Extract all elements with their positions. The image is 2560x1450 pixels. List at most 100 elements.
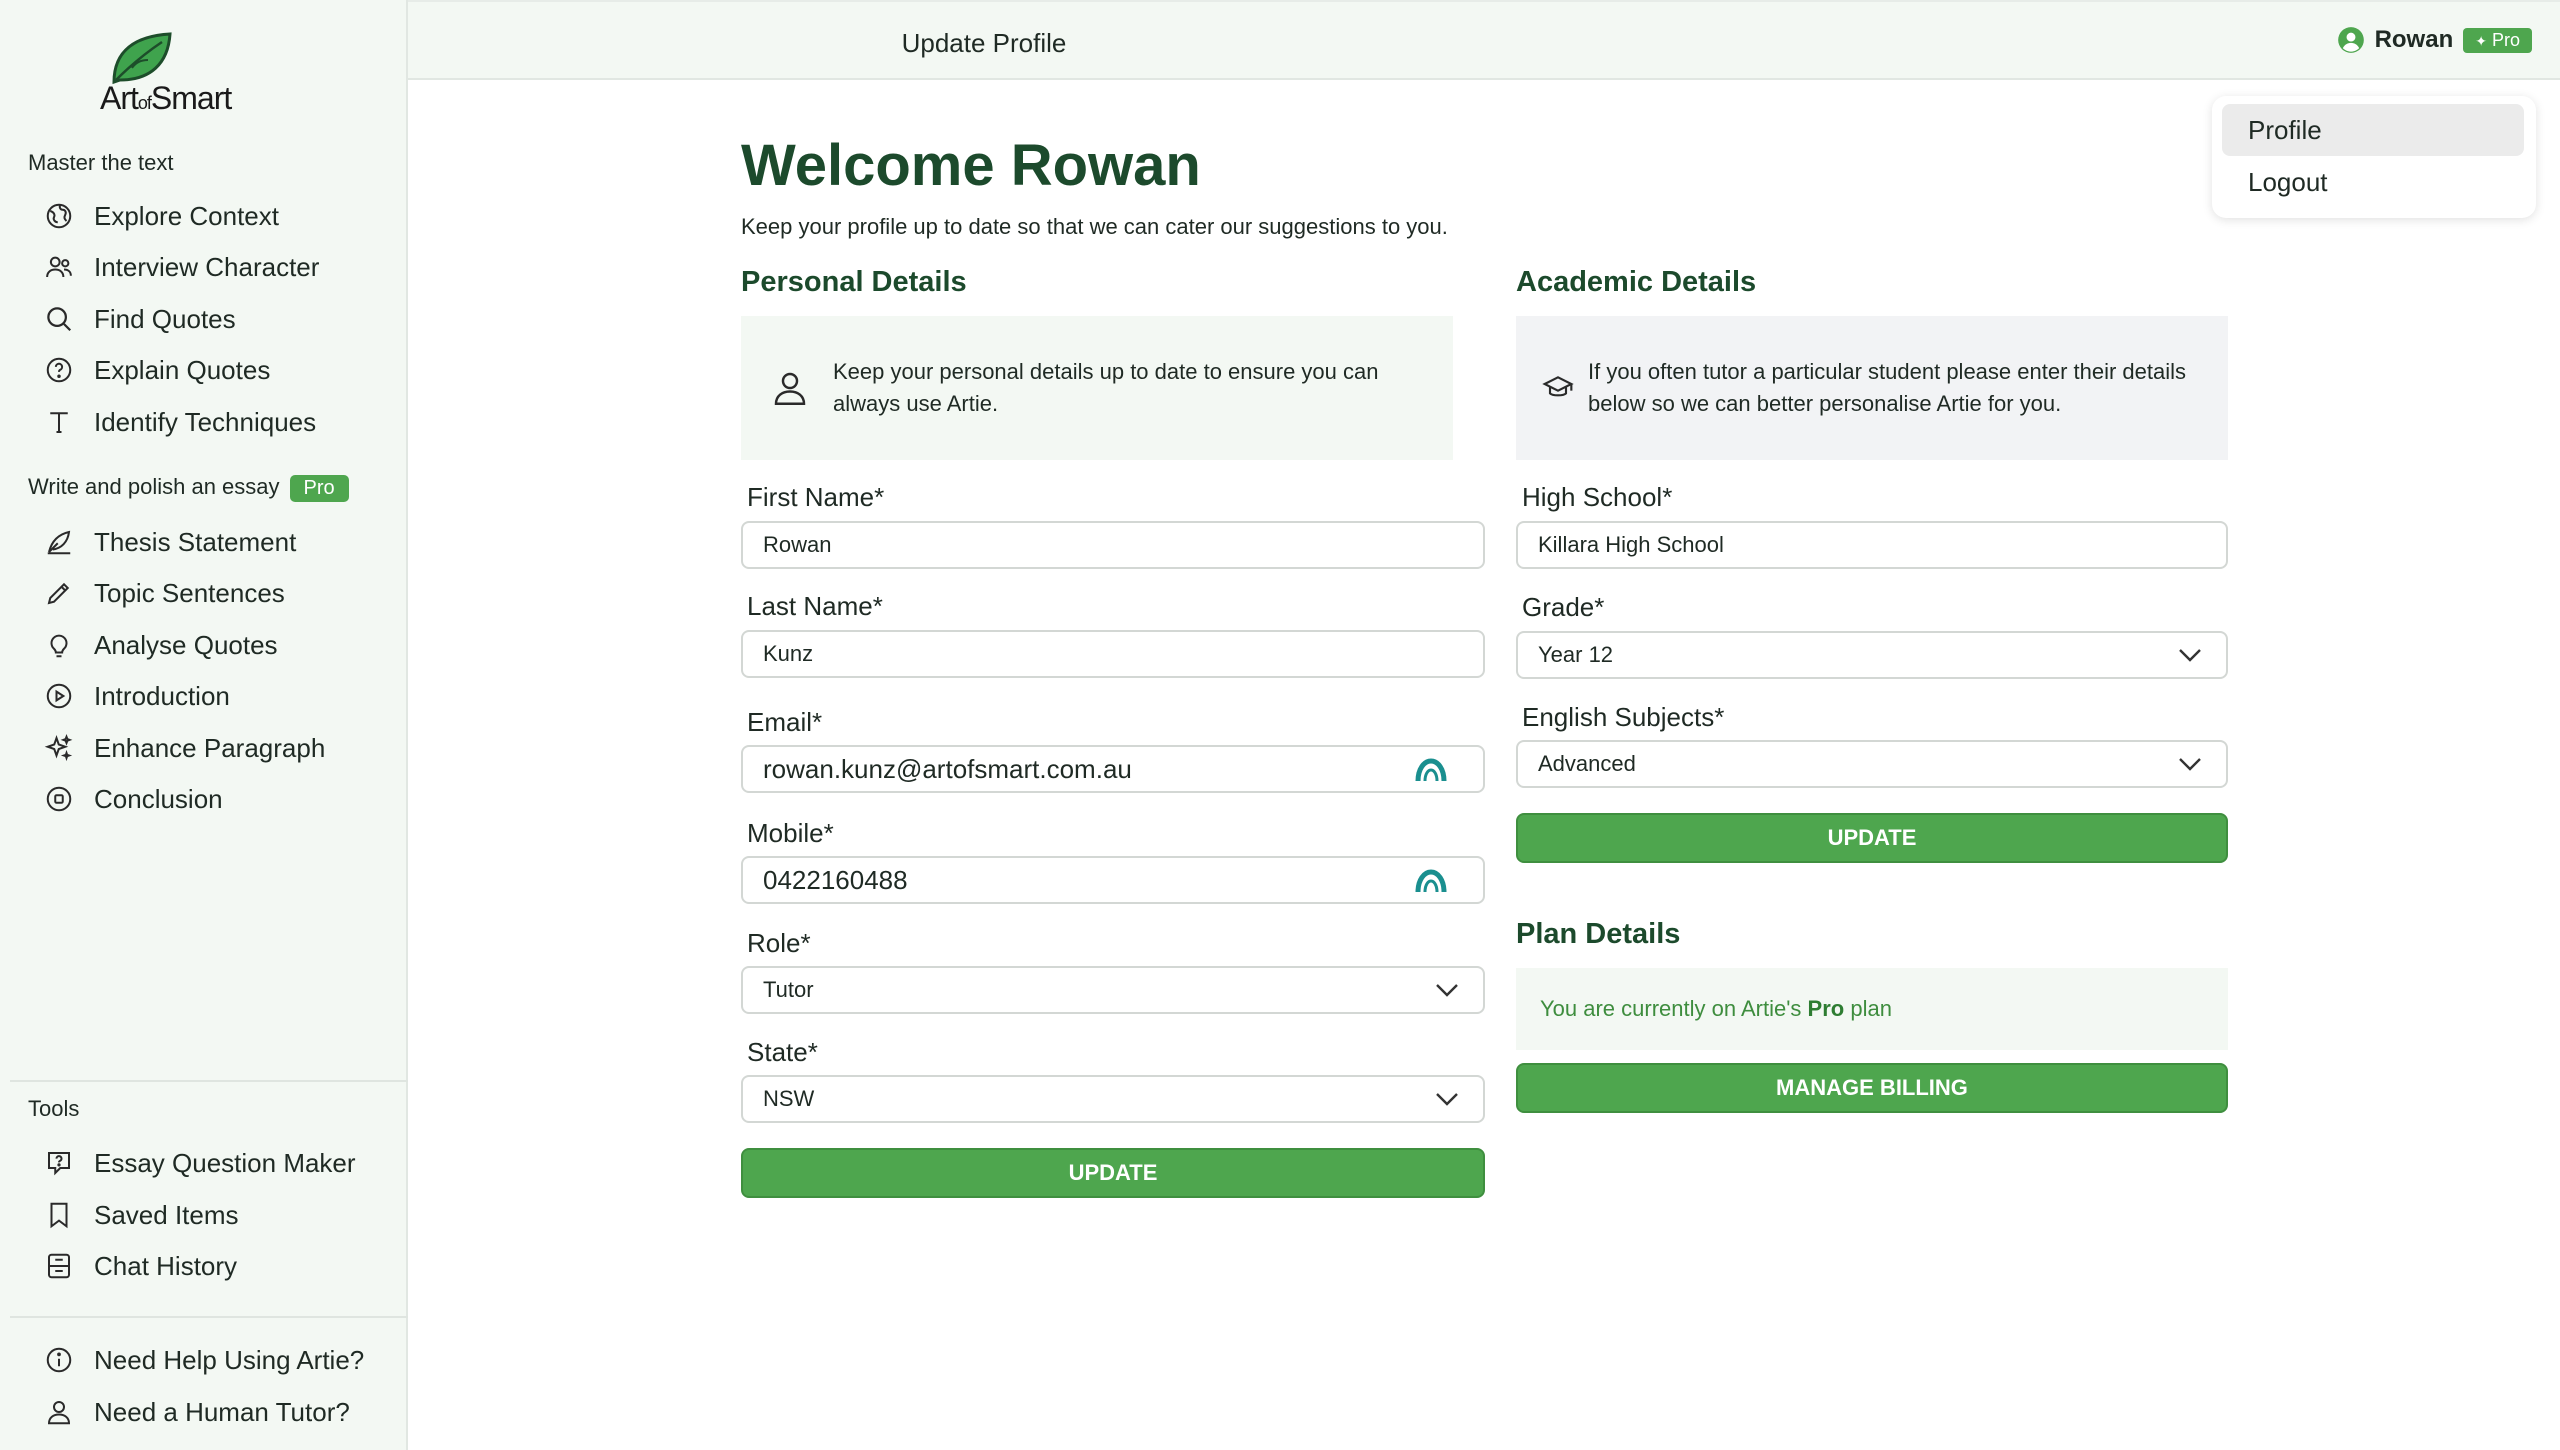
- first-name-field[interactable]: Rowan: [741, 521, 1485, 569]
- state-label: State*: [747, 1037, 818, 1067]
- user-pro-badge: ✦ Pro: [2463, 27, 2532, 53]
- logo-text-smart: Smart: [150, 80, 232, 116]
- nav-interview-character[interactable]: Interview Character: [44, 247, 394, 287]
- nav-explore-context[interactable]: Explore Context: [44, 196, 394, 236]
- archive-icon: [48, 1253, 70, 1279]
- nav-human-tutor[interactable]: Need a Human Tutor?: [44, 1392, 394, 1432]
- user-avatar-icon: [2337, 27, 2364, 53]
- section-title-essay-text: Write and polish an essay: [28, 474, 280, 499]
- sparkles-icon: [44, 733, 73, 762]
- nav-label: Essay Question Maker: [94, 1147, 356, 1178]
- menu-item-profile[interactable]: Profile: [2222, 104, 2524, 156]
- high-school-value: Killara High School: [1538, 532, 1724, 557]
- menu-item-logout[interactable]: Logout: [2222, 156, 2524, 208]
- question-circle-icon: [46, 357, 72, 383]
- nav-enhance-paragraph[interactable]: Enhance Paragraph: [44, 728, 394, 768]
- globe-icon: [46, 203, 72, 229]
- section-title-master: Master the text: [28, 150, 174, 175]
- nav-introduction[interactable]: Introduction: [44, 676, 394, 716]
- pro-badge: Pro: [289, 474, 349, 502]
- chevron-down-icon: [1435, 1091, 1459, 1107]
- first-name-label: First Name*: [747, 482, 885, 512]
- lightbulb-icon: [50, 634, 68, 658]
- first-name-value: Rowan: [763, 532, 832, 557]
- english-subjects-label: English Subjects*: [1522, 702, 1725, 732]
- english-subjects-select[interactable]: Advanced: [1516, 740, 2228, 788]
- nav-label: Topic Sentences: [94, 577, 285, 608]
- search-icon: [47, 307, 72, 332]
- users-icon: [46, 256, 72, 278]
- nav-thesis-statement[interactable]: Thesis Statement: [44, 522, 394, 562]
- academic-details-heading: Academic Details: [1516, 266, 1757, 298]
- grade-label: Grade*: [1522, 592, 1605, 622]
- academic-info-text: If you often tutor a particular student …: [1588, 359, 2187, 416]
- personal-update-button[interactable]: UPDATE: [741, 1148, 1485, 1198]
- nav-saved-items[interactable]: Saved Items: [44, 1195, 394, 1235]
- user-icon: [47, 1401, 71, 1425]
- autofill-icon[interactable]: [1415, 757, 1447, 783]
- nav-identify-techniques[interactable]: Identify Techniques: [44, 402, 394, 442]
- manage-billing-button[interactable]: MANAGE BILLING: [1516, 1063, 2228, 1113]
- personal-info-box: Keep your personal details up to date to…: [741, 316, 1453, 460]
- nav-label: Enhance Paragraph: [94, 732, 326, 763]
- user-outline-icon: [774, 372, 806, 405]
- state-value: NSW: [763, 1086, 815, 1111]
- page-title: Update Profile: [901, 28, 1067, 58]
- nav-label: Introduction: [94, 680, 230, 711]
- chevron-down-icon: [1435, 982, 1459, 998]
- nav-label: Need a Human Tutor?: [94, 1396, 350, 1427]
- role-select[interactable]: Tutor: [741, 966, 1485, 1014]
- role-value: Tutor: [763, 977, 814, 1002]
- logo-text-art: Art: [100, 80, 139, 116]
- play-circle-icon: [46, 683, 72, 709]
- mobile-value: 0422160488: [763, 864, 908, 895]
- email-label: Email*: [747, 707, 823, 737]
- personal-info-text: Keep your personal details up to date to…: [833, 359, 1379, 416]
- grade-value: Year 12: [1538, 642, 1614, 667]
- academic-update-button[interactable]: UPDATE: [1516, 813, 2228, 863]
- nav-label: Need Help Using Artie?: [94, 1344, 365, 1375]
- nav-find-quotes[interactable]: Find Quotes: [44, 299, 394, 339]
- mobile-field[interactable]: 0422160488: [741, 856, 1485, 904]
- info-icon: [46, 1347, 72, 1373]
- user-menu-toggle[interactable]: Rowan ✦ Pro: [2337, 26, 2532, 54]
- nav-conclusion[interactable]: Conclusion: [44, 779, 394, 819]
- english-subjects-value: Advanced: [1538, 751, 1636, 776]
- nav-label: Identify Techniques: [94, 406, 317, 437]
- sidebar-divider: [10, 1080, 408, 1082]
- nav-label: Explore Context: [94, 200, 279, 231]
- personal-details-heading: Personal Details: [741, 266, 967, 298]
- grade-select[interactable]: Year 12: [1516, 631, 2228, 679]
- logo[interactable]: ArtofSmart: [96, 30, 256, 120]
- state-select[interactable]: NSW: [741, 1075, 1485, 1123]
- pencil-icon: [47, 582, 70, 605]
- nav-label: Find Quotes: [94, 303, 236, 334]
- stop-circle-icon: [46, 786, 72, 812]
- role-label: Role*: [747, 928, 811, 958]
- nav-essay-question-maker[interactable]: Essay Question Maker: [44, 1143, 394, 1183]
- autofill-icon[interactable]: [1415, 868, 1447, 894]
- nav-analyse-quotes[interactable]: Analyse Quotes: [44, 625, 394, 665]
- nav-explain-quotes[interactable]: Explain Quotes: [44, 350, 394, 390]
- last-name-label: Last Name*: [747, 591, 883, 621]
- last-name-field[interactable]: Kunz: [741, 630, 1485, 678]
- nav-topic-sentences[interactable]: Topic Sentences: [44, 573, 394, 613]
- nav-chat-history[interactable]: Chat History: [44, 1246, 394, 1286]
- welcome-subtitle: Keep your profile up to date so that we …: [741, 214, 1448, 239]
- academic-info-box: If you often tutor a particular student …: [1516, 316, 2228, 460]
- section-title-tools: Tools: [28, 1096, 80, 1121]
- nav-need-help[interactable]: Need Help Using Artie?: [44, 1340, 394, 1380]
- plan-text-prefix: You are currently on Artie's: [1540, 996, 1802, 1021]
- user-name: Rowan: [2374, 26, 2454, 53]
- nav-label: Chat History: [94, 1250, 238, 1281]
- user-dropdown-menu: Profile Logout: [2212, 96, 2536, 218]
- email-field[interactable]: rowan.kunz@artofsmart.com.au: [741, 745, 1485, 793]
- high-school-field[interactable]: Killara High School: [1516, 521, 2228, 569]
- nav-label: Analyse Quotes: [94, 629, 278, 660]
- graduation-cap-icon: [1542, 376, 1574, 397]
- topbar: Update Profile Rowan ✦ Pro: [408, 0, 2560, 80]
- mobile-label: Mobile*: [747, 818, 834, 848]
- chevron-down-icon: [2178, 647, 2202, 663]
- section-title-essay: Write and polish an essay Pro: [28, 474, 349, 502]
- message-question-icon: [48, 1152, 70, 1176]
